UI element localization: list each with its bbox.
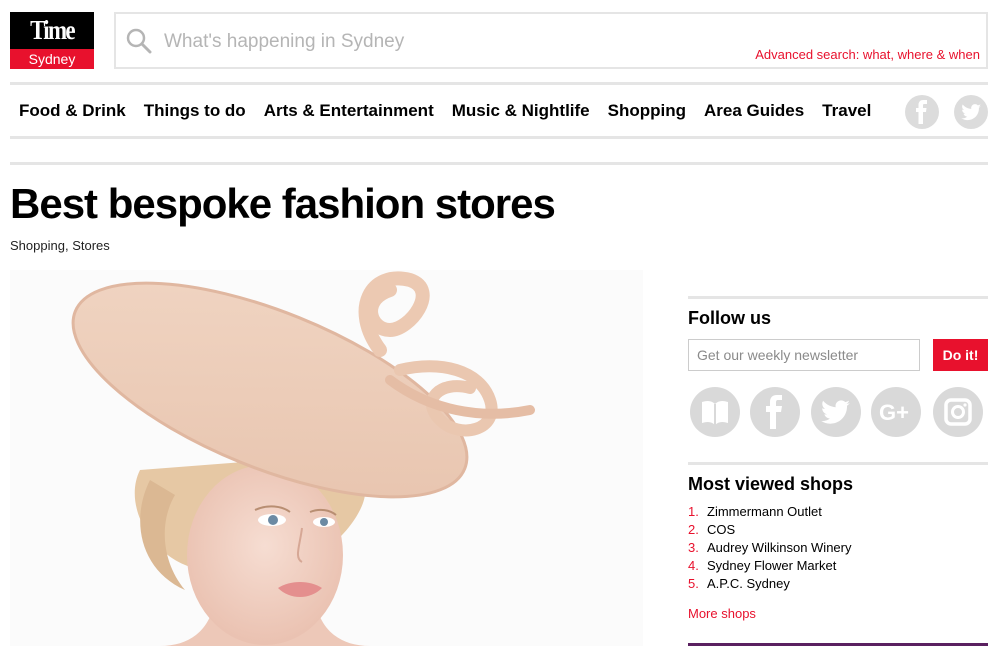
- timeout-logo[interactable]: Time Out Sydney: [10, 12, 94, 69]
- category-tags: Shopping, Stores: [10, 238, 110, 253]
- google-plus-icon[interactable]: G+: [871, 387, 921, 437]
- hero-image: [10, 270, 643, 646]
- nav-top-rule: [10, 82, 988, 85]
- more-shops-link[interactable]: More shops: [688, 606, 756, 621]
- nav-item-area-guides[interactable]: Area Guides: [704, 101, 804, 121]
- list-item-name[interactable]: COS: [707, 522, 735, 537]
- list-item-number: 4.: [688, 558, 699, 573]
- search-box: Advanced search: what, where & when: [114, 12, 988, 69]
- list-item-number: 5.: [688, 576, 699, 591]
- advanced-search-link[interactable]: Advanced search: what, where & when: [755, 47, 980, 62]
- instagram-icon[interactable]: [933, 387, 983, 437]
- follow-us-heading: Follow us: [688, 308, 771, 328]
- list-item-name[interactable]: Zimmermann Outlet: [707, 504, 822, 519]
- nav-item-travel[interactable]: Travel: [822, 101, 871, 121]
- logo-city: Sydney: [10, 49, 94, 69]
- search-input[interactable]: [164, 30, 664, 54]
- facebook-icon[interactable]: [905, 95, 939, 129]
- content-top-rule: [10, 162, 988, 165]
- list-item-name[interactable]: Audrey Wilkinson Winery: [707, 540, 852, 555]
- list-item-number: 3.: [688, 540, 699, 555]
- list-item[interactable]: 3. Audrey Wilkinson Winery: [688, 540, 852, 558]
- nav-item-music-nightlife[interactable]: Music & Nightlife: [452, 101, 590, 121]
- facebook-icon[interactable]: [750, 387, 800, 437]
- book-icon[interactable]: [690, 387, 740, 437]
- list-item-number: 1.: [688, 504, 699, 519]
- list-item[interactable]: 4. Sydney Flower Market: [688, 558, 852, 576]
- nav-item-food-drink[interactable]: Food & Drink: [19, 101, 126, 121]
- logo-wordmark: Time Out: [16, 12, 88, 49]
- twitter-icon[interactable]: [954, 95, 988, 129]
- nav-item-things-to-do[interactable]: Things to do: [144, 101, 246, 121]
- list-item[interactable]: 2. COS: [688, 522, 852, 540]
- page-title: Best bespoke fashion stores: [10, 180, 556, 227]
- list-item[interactable]: 1. Zimmermann Outlet: [688, 504, 852, 522]
- nav-bottom-rule: [10, 136, 988, 139]
- category-link-stores[interactable]: Stores: [72, 238, 110, 253]
- nav-item-shopping[interactable]: Shopping: [608, 101, 686, 121]
- newsletter-email-field[interactable]: [688, 339, 920, 371]
- most-viewed-heading: Most viewed shops: [688, 474, 854, 494]
- list-item-name[interactable]: Sydney Flower Market: [707, 558, 836, 573]
- category-link-shopping[interactable]: Shopping: [10, 238, 65, 253]
- list-item-number: 2.: [688, 522, 699, 537]
- nav-item-arts-entertainment[interactable]: Arts & Entertainment: [264, 101, 434, 121]
- main-nav: Food & Drink Things to do Arts & Enterta…: [10, 94, 880, 128]
- twitter-icon[interactable]: [811, 387, 861, 437]
- newsletter-submit-button[interactable]: Do it!: [933, 339, 988, 371]
- logo-wordmark-bg: Time Out: [10, 12, 94, 49]
- follow-rule: [688, 296, 988, 299]
- most-viewed-rule: [688, 462, 988, 465]
- category-separator: ,: [64, 238, 69, 253]
- list-item-name[interactable]: A.P.C. Sydney: [707, 576, 790, 591]
- most-viewed-list: 1. Zimmermann Outlet 2. COS 3. Audrey Wilki…: [688, 504, 852, 594]
- search-icon[interactable]: [126, 28, 152, 54]
- list-item[interactable]: 5. A.P.C. Sydney: [688, 576, 852, 594]
- svg-text:G+: G+: [879, 400, 909, 425]
